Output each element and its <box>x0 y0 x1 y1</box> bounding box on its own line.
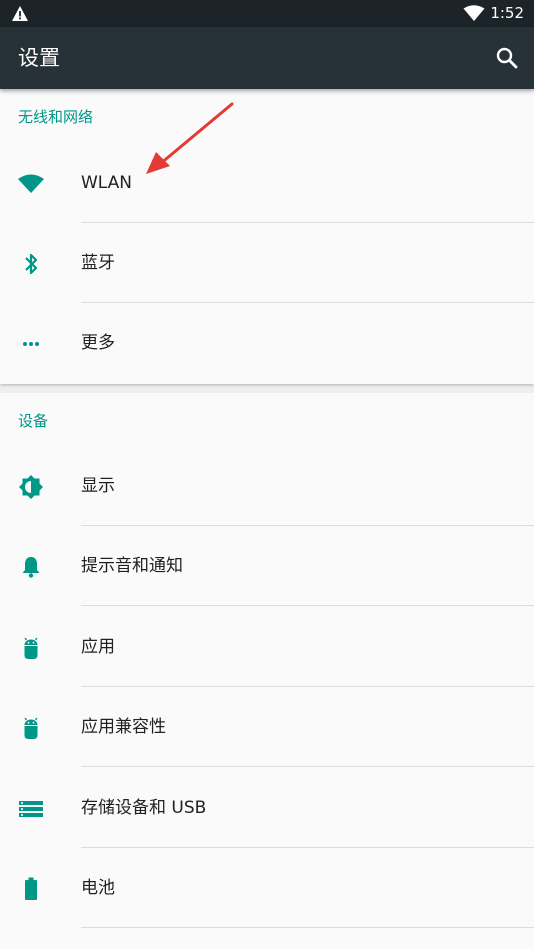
settings-item-label: 应用兼容性 <box>81 717 166 737</box>
bluetooth-icon <box>25 253 38 275</box>
settings-item-display[interactable]: 显示 <box>0 446 534 526</box>
divider <box>81 766 534 767</box>
section-wireless-networks: 无线和网络 WLAN 蓝牙 更多 <box>0 89 534 384</box>
settings-item-label: 蓝牙 <box>81 253 115 273</box>
settings-item-battery[interactable]: 电池 <box>0 848 534 928</box>
divider <box>81 605 534 606</box>
divider <box>81 927 534 928</box>
brightness-icon <box>19 475 43 499</box>
settings-item-label: WLAN <box>81 173 133 193</box>
settings-item-label: 电池 <box>81 878 115 898</box>
settings-item-bluetooth[interactable]: 蓝牙 <box>0 223 534 303</box>
android-icon <box>24 637 38 659</box>
battery-icon <box>25 877 37 900</box>
settings-item-sound-notification[interactable]: 提示音和通知 <box>0 526 534 606</box>
settings-item-more[interactable]: 更多 <box>0 303 534 383</box>
section-device: 设备 显示 提示音和通知 应用 应用兼容性 存储设备和 USB 电池 <box>0 393 534 949</box>
android-icon <box>24 717 38 739</box>
settings-item-app-compatibility[interactable]: 应用兼容性 <box>0 687 534 767</box>
status-bar: 1:52 <box>0 0 534 27</box>
settings-item-storage-usb[interactable]: 存储设备和 USB <box>0 768 534 848</box>
settings-item-apps[interactable]: 应用 <box>0 607 534 687</box>
status-time: 1:52 <box>490 4 524 22</box>
wifi-icon <box>18 174 44 193</box>
settings-item-label: 存储设备和 USB <box>81 798 207 818</box>
warning-icon <box>12 6 28 21</box>
wifi-icon <box>463 5 485 21</box>
app-bar: 设置 <box>0 27 534 89</box>
settings-item-label: 显示 <box>81 476 115 496</box>
settings-item-wlan[interactable]: WLAN <box>0 143 534 223</box>
section-header: 设备 <box>18 412 49 430</box>
page-title: 设置 <box>18 46 60 70</box>
bell-icon <box>22 557 40 578</box>
search-icon[interactable] <box>492 43 522 73</box>
storage-icon <box>19 801 43 817</box>
section-header: 无线和网络 <box>18 108 94 126</box>
settings-item-label: 应用 <box>81 637 115 657</box>
settings-item-label: 提示音和通知 <box>81 556 183 576</box>
settings-item-label: 更多 <box>81 333 115 353</box>
settings-screen: 1:52 设置 无线和网络 WLAN 蓝牙 更多 设备 显示 提示音和通知 应用… <box>0 0 534 949</box>
more-icon <box>23 342 39 346</box>
